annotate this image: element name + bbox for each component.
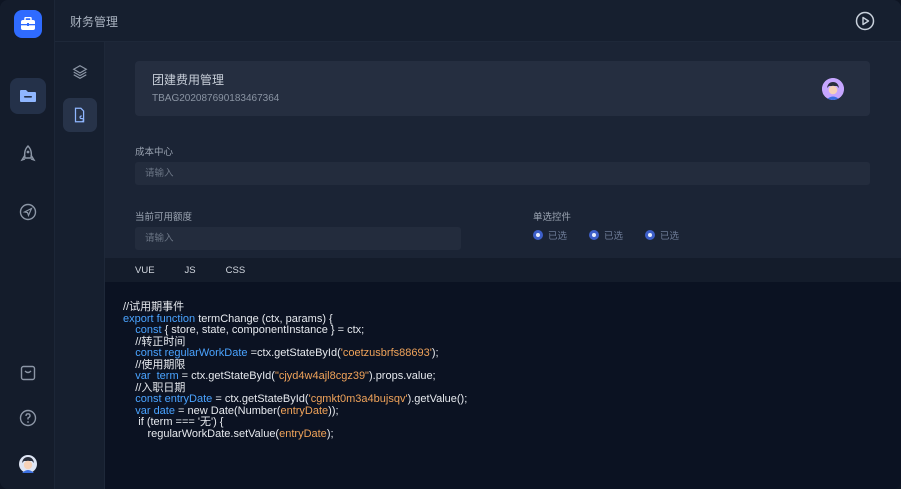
code-block: //试用期事件 export function termChange (ctx,…	[123, 301, 468, 440]
help-icon[interactable]	[10, 400, 46, 436]
top-bar: 财务管理	[55, 0, 901, 42]
radio-option-label: 已选	[548, 231, 568, 242]
page-title: 财务管理	[70, 15, 119, 29]
main-sidebar	[0, 0, 55, 489]
secondary-sidebar	[55, 42, 105, 489]
radio-option-2[interactable]: 已选	[589, 228, 645, 242]
card-avatar[interactable]	[822, 78, 844, 100]
radio-group: 已选 已选 已选	[533, 228, 701, 242]
user-avatar[interactable]	[10, 446, 46, 482]
document-icon[interactable]	[63, 98, 97, 132]
radio-option-label: 已选	[604, 231, 624, 242]
tab-css[interactable]: CSS	[226, 265, 246, 276]
inbox-icon[interactable]	[10, 355, 46, 391]
layers-icon[interactable]	[63, 55, 97, 89]
radio-dot-icon	[533, 230, 543, 240]
play-icon[interactable]	[855, 11, 875, 31]
radio-group-label: 单选控件	[533, 212, 572, 223]
cost-center-label: 成本中心	[135, 147, 174, 158]
tab-vue[interactable]: VUE	[135, 265, 155, 276]
radio-option-1[interactable]: 已选	[533, 228, 589, 242]
code-editor[interactable]: //试用期事件 export function termChange (ctx,…	[105, 282, 901, 489]
available-amount-input[interactable]	[135, 227, 461, 250]
project-name: 团建费用管理	[152, 73, 225, 87]
project-card: 团建费用管理 TBAG202087690183467364	[135, 61, 870, 116]
available-amount-label: 当前可用额度	[135, 212, 193, 223]
cost-center-input[interactable]	[135, 162, 870, 185]
app-window: 财务管理 团建费用管理 TBAG202087690183467364 成本中心 …	[0, 0, 901, 489]
send-icon[interactable]	[10, 194, 46, 230]
radio-option-3[interactable]: 已选	[645, 228, 701, 242]
radio-dot-icon	[589, 230, 599, 240]
radio-option-label: 已选	[660, 231, 680, 242]
tab-js[interactable]: JS	[185, 265, 196, 276]
form-panel: 团建费用管理 TBAG202087690183467364 成本中心 当前可用额…	[105, 42, 901, 258]
rocket-icon[interactable]	[10, 136, 46, 172]
code-tabs: VUE JS CSS	[105, 258, 901, 282]
briefcase-icon[interactable]	[14, 10, 42, 38]
folder-icon[interactable]	[10, 78, 46, 114]
radio-dot-icon	[645, 230, 655, 240]
project-code: TBAG202087690183467364	[152, 93, 280, 104]
